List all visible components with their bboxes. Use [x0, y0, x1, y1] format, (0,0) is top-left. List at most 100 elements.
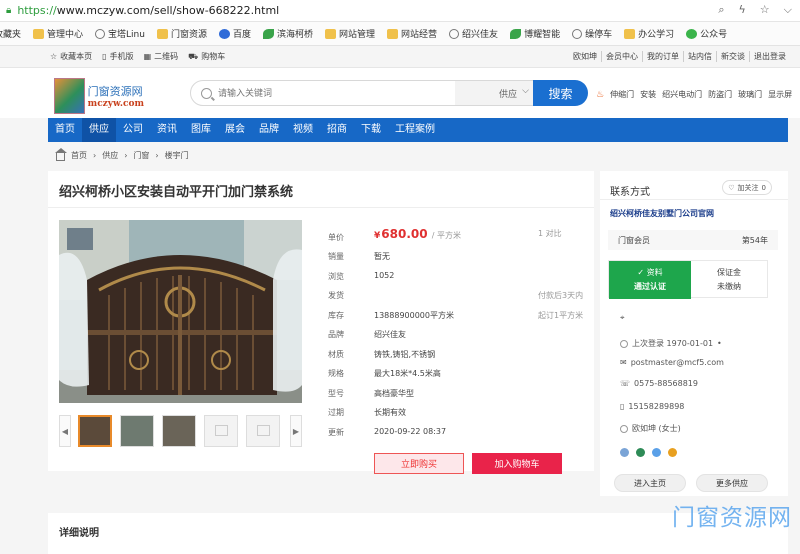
- bookmarks-bar: 收藏夹管理中心宝塔Linu 门窗资源百度滨海柯桥网站管理网站经营绍兴佳友博耀智能缲…: [0, 22, 800, 46]
- deposit-badge: 保证金 未缴纳: [717, 268, 741, 291]
- phone-row[interactable]: ☏ 0575-88568819: [620, 379, 698, 388]
- url-text[interactable]: https://www.mczyw.com/sell/show-668222.h…: [17, 4, 279, 17]
- bolt-icon[interactable]: ϟ: [739, 3, 746, 17]
- email-row[interactable]: ✉ postmaster@mcf5.com: [620, 358, 724, 367]
- folder-icon: [325, 28, 337, 39]
- spec-row: 型号 高档豪华型: [328, 388, 414, 398]
- nav-invest[interactable]: 招商: [320, 118, 354, 142]
- hotword-link[interactable]: 玻璃门: [738, 89, 762, 100]
- bookmark-item[interactable]: 百度: [218, 27, 251, 40]
- location-row: ⌖: [620, 313, 625, 323]
- bookmark-item[interactable]: 宝塔Linu: [95, 27, 145, 40]
- nav-company[interactable]: 公司: [116, 118, 150, 142]
- seller-panel: 联系方式 ♡ 加关注 0 绍兴柯桥佳友别墅门公司官网 门窗会员 第54年 ✓ 资料 …: [600, 171, 788, 496]
- watermark: 门窗资源网: [672, 505, 792, 531]
- mobile-row[interactable]: ▯ 15158289898: [620, 402, 684, 411]
- bookmark-item[interactable]: 网站管理: [325, 27, 375, 40]
- member-center-link[interactable]: 会员中心: [601, 51, 642, 62]
- nav-expo[interactable]: 展会: [218, 118, 252, 142]
- address-bar[interactable]: 🔒︎ https://www.mczyw.com/sell/show-66822…: [0, 0, 800, 22]
- thumbnail-2[interactable]: [120, 415, 154, 447]
- bookmark-item[interactable]: 缲停车: [572, 27, 612, 40]
- nav-home[interactable]: 首页: [48, 118, 82, 142]
- nav-brand[interactable]: 品牌: [252, 118, 286, 142]
- thumbnail-1[interactable]: [78, 415, 112, 447]
- clock-icon: [620, 339, 628, 348]
- more-supply-button[interactable]: 更多供应: [696, 474, 768, 492]
- nav-gallery[interactable]: 图库: [184, 118, 218, 142]
- mobile-link[interactable]: ▯ 手机版: [102, 51, 133, 62]
- product-main-image[interactable]: [59, 220, 302, 403]
- chat-icon[interactable]: [620, 448, 629, 457]
- breadcrumb-doors[interactable]: 门窗: [133, 150, 149, 161]
- site-logo[interactable]: 门窗资源网 mczyw.com: [54, 78, 144, 114]
- bookmark-item[interactable]: 办公学习: [624, 27, 674, 40]
- verification-badges: ✓ 资料 通过认证 保证金 未缴纳: [608, 260, 768, 299]
- nav-projects[interactable]: 工程案例: [388, 118, 442, 142]
- enter-homepage-button[interactable]: 进入主页: [614, 474, 686, 492]
- thumbnail-placeholder[interactable]: [246, 415, 280, 447]
- bookmark-item[interactable]: 博耀智能: [510, 27, 560, 40]
- globe-icon: [95, 28, 106, 39]
- chat-link[interactable]: 新交谈: [716, 51, 749, 62]
- nav-news[interactable]: 资讯: [150, 118, 184, 142]
- product-panel: 绍兴柯桥小区安装自动平开门加门禁系统 ◀ ▶ 单价 ¥680.00 / 平方米 …: [48, 171, 594, 474]
- search-type-select[interactable]: 供应: [455, 81, 535, 105]
- bookmark-item[interactable]: 门窗资源: [156, 27, 207, 40]
- star-icon[interactable]: ☆: [760, 3, 770, 17]
- folder-icon: [33, 28, 45, 39]
- company-link[interactable]: 绍兴柯桥佳友别墅门公司官网: [610, 208, 714, 219]
- cart-link[interactable]: ⛟ 购物车: [188, 51, 225, 62]
- chevron-down-icon[interactable]: ⌵: [784, 3, 792, 17]
- orders-link[interactable]: 我的订单: [642, 51, 683, 62]
- bookmark-item[interactable]: 公众号: [686, 27, 727, 40]
- breadcrumb-category[interactable]: 楼宇门: [165, 150, 189, 161]
- search-button[interactable]: 搜索: [533, 80, 588, 106]
- logout-link[interactable]: 退出登录: [749, 51, 790, 62]
- thumb-prev-button[interactable]: ◀: [59, 415, 71, 447]
- add-to-cart-button[interactable]: 加入购物车: [472, 453, 562, 474]
- logo-icon: [54, 78, 85, 114]
- site-header: 门窗资源网 mczyw.com 供应 搜索 ♨ 伸缩门 安装 绍兴电动门 防盗门…: [0, 68, 800, 118]
- messages-link[interactable]: 站内信: [683, 51, 716, 62]
- nav-supply[interactable]: 供应: [82, 118, 116, 142]
- compare-link[interactable]: 1 对比: [538, 228, 562, 239]
- mobile-icon: ▯: [620, 402, 625, 411]
- bookmark-page-link[interactable]: ☆ 收藏本页: [50, 51, 92, 62]
- buy-now-button[interactable]: 立即购买: [374, 453, 464, 474]
- thumb-next-button[interactable]: ▶: [290, 415, 302, 447]
- breadcrumb-supply[interactable]: 供应: [102, 150, 118, 161]
- nav-download[interactable]: 下载: [354, 118, 388, 142]
- spec-row: 过期 长期有效: [328, 408, 406, 417]
- zoom-icon[interactable]: ⌕: [718, 3, 724, 17]
- wechat-icon[interactable]: [636, 448, 645, 457]
- search-input[interactable]: [218, 88, 478, 98]
- thumbnail-3[interactable]: [162, 415, 196, 447]
- bookmark-item[interactable]: 滨海柯桥: [263, 27, 313, 40]
- bookmark-item[interactable]: 管理中心: [33, 27, 83, 40]
- nav-video[interactable]: 视频: [286, 118, 320, 142]
- image-placeholder-icon: [215, 425, 228, 436]
- spec-row: 更新 2020-09-22 08:37: [328, 426, 447, 437]
- user-link[interactable]: 欧如坤: [569, 51, 601, 62]
- qq-icon[interactable]: [668, 448, 677, 457]
- bookmark-item[interactable]: 收藏夹: [0, 27, 21, 40]
- breadcrumb-home[interactable]: 首页: [71, 150, 87, 161]
- hotword-link[interactable]: 防盗门: [708, 89, 732, 100]
- bookmark-item[interactable]: 绍兴佳友: [449, 27, 498, 40]
- bookmark-item[interactable]: 网站经营: [387, 27, 437, 40]
- qrcode-link[interactable]: ▦ 二维码: [144, 51, 179, 62]
- thumbnail-placeholder[interactable]: [204, 415, 238, 447]
- hotword-link[interactable]: 显示屏: [768, 89, 792, 100]
- user-icon: [620, 424, 628, 433]
- hotword-link[interactable]: 安装: [640, 89, 656, 100]
- message-icon[interactable]: [652, 448, 661, 457]
- hotword-link[interactable]: 绍兴电动门: [662, 89, 702, 100]
- price-label: 单价: [328, 233, 344, 242]
- green-icon: [686, 28, 698, 39]
- follow-button[interactable]: ♡ 加关注 0: [722, 180, 772, 195]
- hotword-link[interactable]: 伸缩门: [610, 89, 634, 100]
- product-title: 绍兴柯桥小区安装自动平开门加门禁系统: [59, 185, 294, 200]
- spec-row: 库存 13888900000平方米 起订1平方米: [328, 310, 584, 320]
- phone-icon: ☏: [620, 379, 631, 388]
